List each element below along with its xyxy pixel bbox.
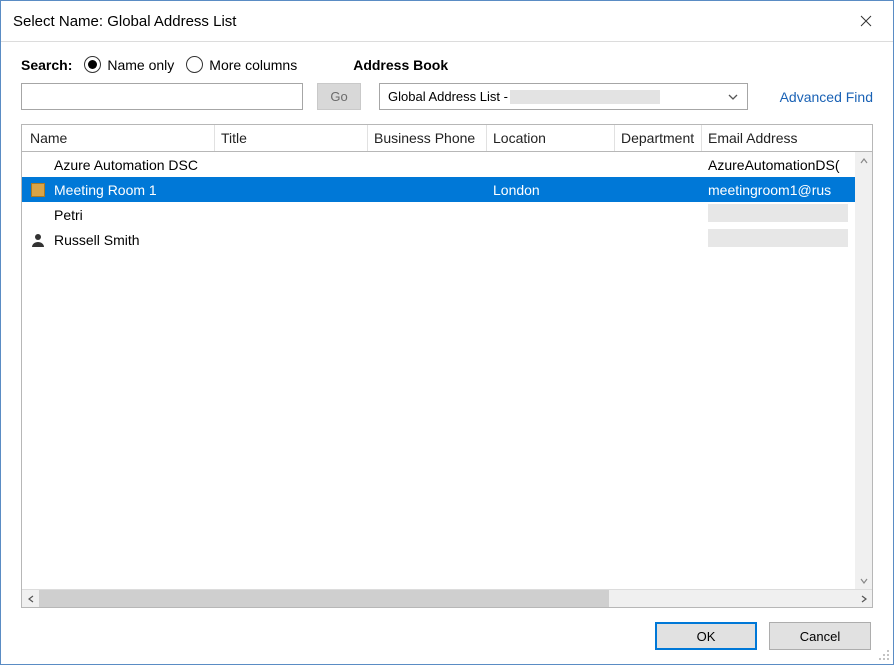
col-title[interactable]: Title: [215, 125, 368, 151]
col-email[interactable]: Email Address: [702, 125, 872, 151]
col-phone[interactable]: Business Phone: [368, 125, 487, 151]
email-redacted: [708, 229, 848, 247]
person-icon: [22, 232, 48, 248]
radio-icon: [186, 56, 203, 73]
address-book-select[interactable]: Global Address List -: [379, 83, 748, 110]
table-body: Azure Automation DSC AzureAutomationDS( Me…: [22, 152, 872, 590]
table-row[interactable]: Russell Smith: [22, 227, 872, 252]
cell-name: Azure Automation DSC: [48, 157, 215, 173]
address-book-label: Address Book: [353, 57, 448, 73]
radio-icon: [84, 56, 101, 73]
go-button[interactable]: Go: [317, 83, 361, 110]
col-department[interactable]: Department: [615, 125, 702, 151]
dialog-footer: OK Cancel: [1, 608, 893, 664]
cell-location: London: [487, 182, 615, 198]
horizontal-scrollbar[interactable]: [22, 590, 872, 607]
table-row[interactable]: Azure Automation DSC AzureAutomationDS(: [22, 152, 872, 177]
email-redacted: [708, 204, 848, 222]
radio-more-columns[interactable]: More columns: [186, 56, 297, 73]
close-icon: [860, 15, 872, 27]
address-book-redacted: [510, 90, 660, 104]
cell-email: meetingroom1@rus: [702, 182, 872, 198]
address-book-selected-text: Global Address List -: [388, 89, 508, 104]
chevron-down-icon: [727, 91, 739, 103]
cell-name: Russell Smith: [48, 232, 215, 248]
cell-name: Petri: [48, 207, 215, 223]
scrollbar-track[interactable]: [39, 590, 855, 607]
scroll-down-icon[interactable]: [855, 572, 872, 589]
radio-more-columns-label: More columns: [209, 57, 297, 73]
col-name[interactable]: Name: [22, 125, 215, 151]
input-row: Go Global Address List - Advanced Find: [21, 83, 873, 110]
radio-name-only[interactable]: Name only: [84, 56, 174, 73]
table-header: Name Title Business Phone Location Depar…: [22, 125, 872, 152]
room-icon: [22, 183, 48, 197]
scroll-up-icon[interactable]: [855, 152, 872, 169]
scroll-left-icon[interactable]: [22, 590, 39, 607]
cancel-button[interactable]: Cancel: [769, 622, 871, 650]
cell-email: [702, 204, 872, 225]
address-book-selected: Global Address List -: [388, 89, 727, 104]
titlebar: Select Name: Global Address List: [1, 1, 893, 41]
cell-name: Meeting Room 1: [48, 182, 215, 198]
radio-name-only-label: Name only: [107, 57, 174, 73]
ok-button[interactable]: OK: [655, 622, 757, 650]
search-label: Search:: [21, 57, 72, 73]
scroll-right-icon[interactable]: [855, 590, 872, 607]
close-button[interactable]: [843, 5, 889, 37]
search-input[interactable]: [21, 83, 303, 110]
resize-grip-icon[interactable]: [878, 649, 890, 661]
search-row: Search: Name only More columns Address B…: [21, 56, 873, 73]
col-location[interactable]: Location: [487, 125, 615, 151]
cell-email: AzureAutomationDS(: [702, 157, 872, 173]
scrollbar-thumb[interactable]: [39, 590, 609, 607]
table-row[interactable]: Petri: [22, 202, 872, 227]
cell-email: [702, 229, 872, 250]
table-row[interactable]: Meeting Room 1 London meetingroom1@rus: [22, 177, 872, 202]
dialog-window: Select Name: Global Address List Search:…: [0, 0, 894, 665]
advanced-find-link[interactable]: Advanced Find: [780, 89, 873, 105]
dialog-content: Search: Name only More columns Address B…: [1, 42, 893, 608]
vertical-scrollbar[interactable]: [855, 152, 872, 589]
window-title: Select Name: Global Address List: [13, 13, 843, 30]
results-table: Name Title Business Phone Location Depar…: [21, 124, 873, 608]
